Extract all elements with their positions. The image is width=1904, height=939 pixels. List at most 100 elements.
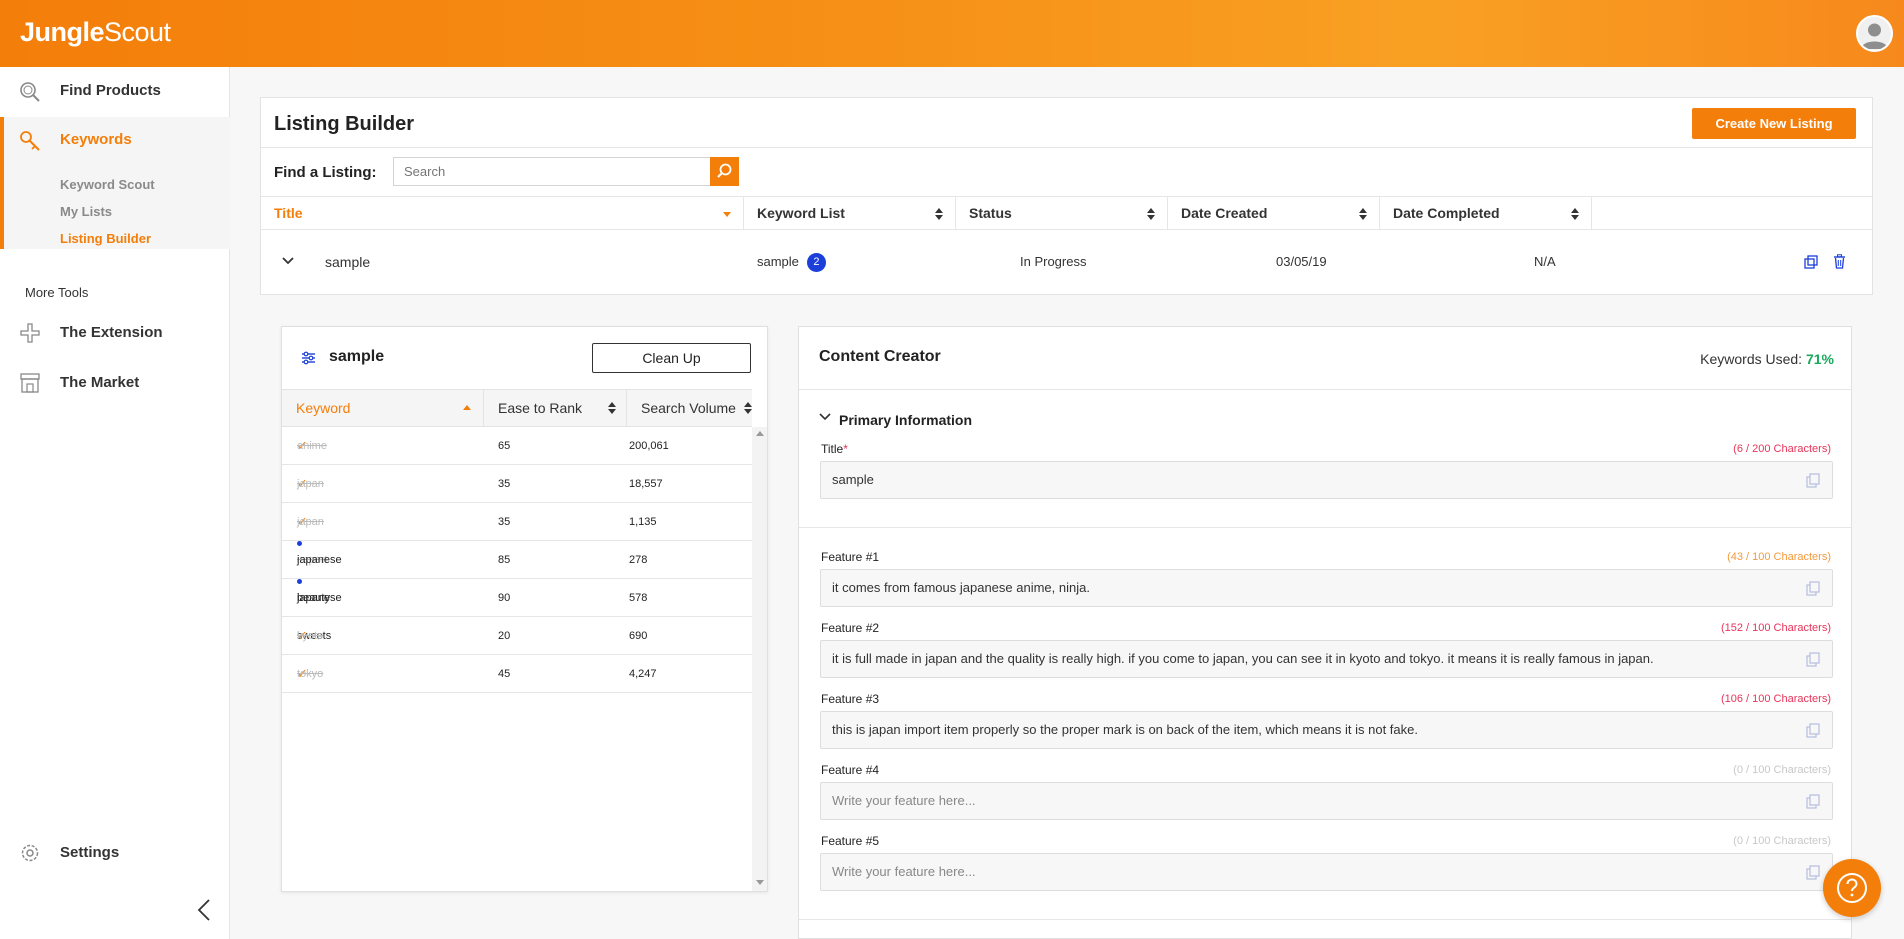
listing-status: In Progress <box>1020 254 1087 269</box>
copy-icon[interactable] <box>1806 652 1820 667</box>
sidebar: Find Products Keywords Keyword Scout My … <box>0 67 230 939</box>
column-header-date-completed[interactable]: Date Completed <box>1380 197 1592 230</box>
feature-5-char-count: (0 / 100 Characters) <box>1733 835 1831 847</box>
column-header-ease-to-rank[interactable]: Ease to Rank <box>484 390 627 426</box>
feature-5-input[interactable]: Write your feature here... <box>820 853 1833 891</box>
keyword-list-title: sample <box>329 348 385 365</box>
table-row[interactable]: ✓ anime 65 200,061 <box>282 427 752 465</box>
copy-icon[interactable] <box>1806 865 1820 880</box>
gear-icon <box>21 844 39 862</box>
scroll-up-arrow-icon[interactable] <box>756 431 764 436</box>
listing-builder-panel: Listing Builder Create New Listing Find … <box>260 97 1873 295</box>
title-input[interactable]: sample <box>820 461 1833 499</box>
feature-4-label: Feature #4 <box>821 763 880 777</box>
sidebar-item-extension[interactable]: The Extension <box>0 313 230 353</box>
puzzle-icon <box>20 323 40 343</box>
table-row[interactable]: japanese beauty 85 278 <box>282 541 752 604</box>
feature-5-label: Feature #5 <box>821 834 880 848</box>
create-new-listing-button[interactable]: Create New Listing <box>1692 108 1856 139</box>
column-header-keyword-list[interactable]: Keyword List <box>744 197 956 230</box>
jungle-scout-logo[interactable]: JungleScout <box>20 17 171 48</box>
sort-icon <box>1147 208 1155 220</box>
table-row[interactable]: sample sample 2 In Progress 03/05/19 N/A <box>261 230 1872 294</box>
help-button[interactable] <box>1823 859 1881 917</box>
copy-icon[interactable] <box>1806 473 1820 488</box>
volume-cell: 18,557 <box>629 478 663 490</box>
volume-cell: 690 <box>629 630 648 642</box>
table-row[interactable]: ✓ japan 35 18,557 <box>282 465 752 503</box>
collapse-sidebar-icon[interactable] <box>196 898 212 922</box>
search-input[interactable] <box>393 157 710 186</box>
copy-icon[interactable] <box>1806 794 1820 809</box>
sort-icon <box>935 208 943 220</box>
table-row[interactable]: japanese sweets 90 578 <box>282 579 752 642</box>
keywords-used-value: 71% <box>1805 351 1834 367</box>
sort-icon <box>1359 208 1367 220</box>
copy-icon[interactable] <box>1806 723 1820 738</box>
feature-1-input[interactable]: it comes from famous japanese anime, nin… <box>820 569 1833 607</box>
column-header-title[interactable]: Title <box>261 197 744 230</box>
table-row[interactable]: ✓ tokyo 45 4,247 <box>282 655 752 693</box>
volume-cell: 4,247 <box>629 668 657 680</box>
sidebar-item-settings[interactable]: Settings <box>0 833 230 873</box>
search-button[interactable] <box>710 157 739 186</box>
column-header-search-volume[interactable]: Search Volume <box>627 390 752 426</box>
scroll-down-arrow-icon[interactable] <box>756 880 764 885</box>
keyword-scrollbar[interactable] <box>752 427 767 891</box>
sidebar-item-keywords[interactable]: Keywords <box>0 117 230 157</box>
keyword-count-badge: 2 <box>806 253 826 273</box>
feature-5-placeholder: Write your feature here... <box>832 864 976 879</box>
ease-cell: 35 <box>498 478 511 490</box>
primary-information-toggle[interactable]: Primary Information <box>839 412 972 428</box>
feature-2-char-count: (152 / 100 Characters) <box>1720 622 1831 634</box>
feature-3-input[interactable]: this is japan import item properly so th… <box>820 711 1833 749</box>
more-tools-heading: More Tools <box>25 285 89 300</box>
content-creator-title: Content Creator <box>819 348 941 365</box>
keyword-list-panel: sample Clean Up Keyword Ease to Rank Sea… <box>281 326 768 892</box>
table-row[interactable]: ✓ kyoto 20 690 <box>282 617 752 655</box>
feature-3-char-count: (106 / 100 Characters) <box>1720 693 1831 705</box>
store-icon <box>20 373 40 393</box>
volume-cell: 200,061 <box>629 440 669 452</box>
sidebar-subitem-my-lists[interactable]: My Lists <box>60 204 112 219</box>
user-icon <box>1861 23 1888 49</box>
question-icon <box>1837 873 1867 903</box>
sidebar-label: Settings <box>60 844 120 861</box>
ease-cell: 45 <box>498 668 511 680</box>
sidebar-item-find-products[interactable]: Find Products <box>0 67 230 117</box>
sidebar-subitem-listing-builder[interactable]: Listing Builder <box>60 231 151 246</box>
ease-cell: 35 <box>498 516 511 528</box>
listing-title: sample <box>325 254 371 270</box>
chevron-down-icon[interactable] <box>282 256 294 266</box>
sort-desc-icon <box>723 212 731 217</box>
duplicate-icon[interactable] <box>1804 255 1818 269</box>
page-title: Listing Builder <box>274 113 414 135</box>
trash-icon[interactable] <box>1833 254 1846 269</box>
title-value: sample <box>832 472 874 487</box>
volume-cell: 278 <box>629 554 648 566</box>
feature-4-input[interactable]: Write your feature here... <box>820 782 1833 820</box>
sidebar-label: The Market <box>60 374 140 391</box>
feature-2-input[interactable]: it is full made in japan and the quality… <box>820 640 1833 678</box>
sort-icon <box>744 402 752 414</box>
sidebar-item-market[interactable]: The Market <box>0 363 230 403</box>
column-header-date-created[interactable]: Date Created <box>1168 197 1380 230</box>
feature-1-char-count: (43 / 100 Characters) <box>1727 551 1831 563</box>
keyword-rows: ✓ anime 65 200,061 ✓ japan 35 18,557 ✓ japa… <box>282 427 752 693</box>
table-row[interactable]: ✓ japan import 35 1,135 <box>282 503 752 566</box>
sort-asc-icon <box>463 405 471 410</box>
ease-cell: 90 <box>498 592 511 604</box>
user-avatar[interactable] <box>1856 15 1893 52</box>
find-listing-label: Find a Listing: <box>274 164 377 181</box>
column-header-keyword[interactable]: Keyword <box>282 390 484 426</box>
divider <box>799 389 1851 390</box>
column-header-status[interactable]: Status <box>956 197 1168 230</box>
sort-icon <box>1571 208 1579 220</box>
title-char-count: (6 / 200 Characters) <box>1733 443 1831 455</box>
sidebar-label: Keywords <box>60 131 132 148</box>
clean-up-button[interactable]: Clean Up <box>592 343 751 373</box>
copy-icon[interactable] <box>1806 581 1820 596</box>
chevron-down-icon[interactable] <box>819 411 831 423</box>
sidebar-subitem-keyword-scout[interactable]: Keyword Scout <box>60 177 155 192</box>
listing-keyword-list: sample 2 <box>757 230 826 294</box>
